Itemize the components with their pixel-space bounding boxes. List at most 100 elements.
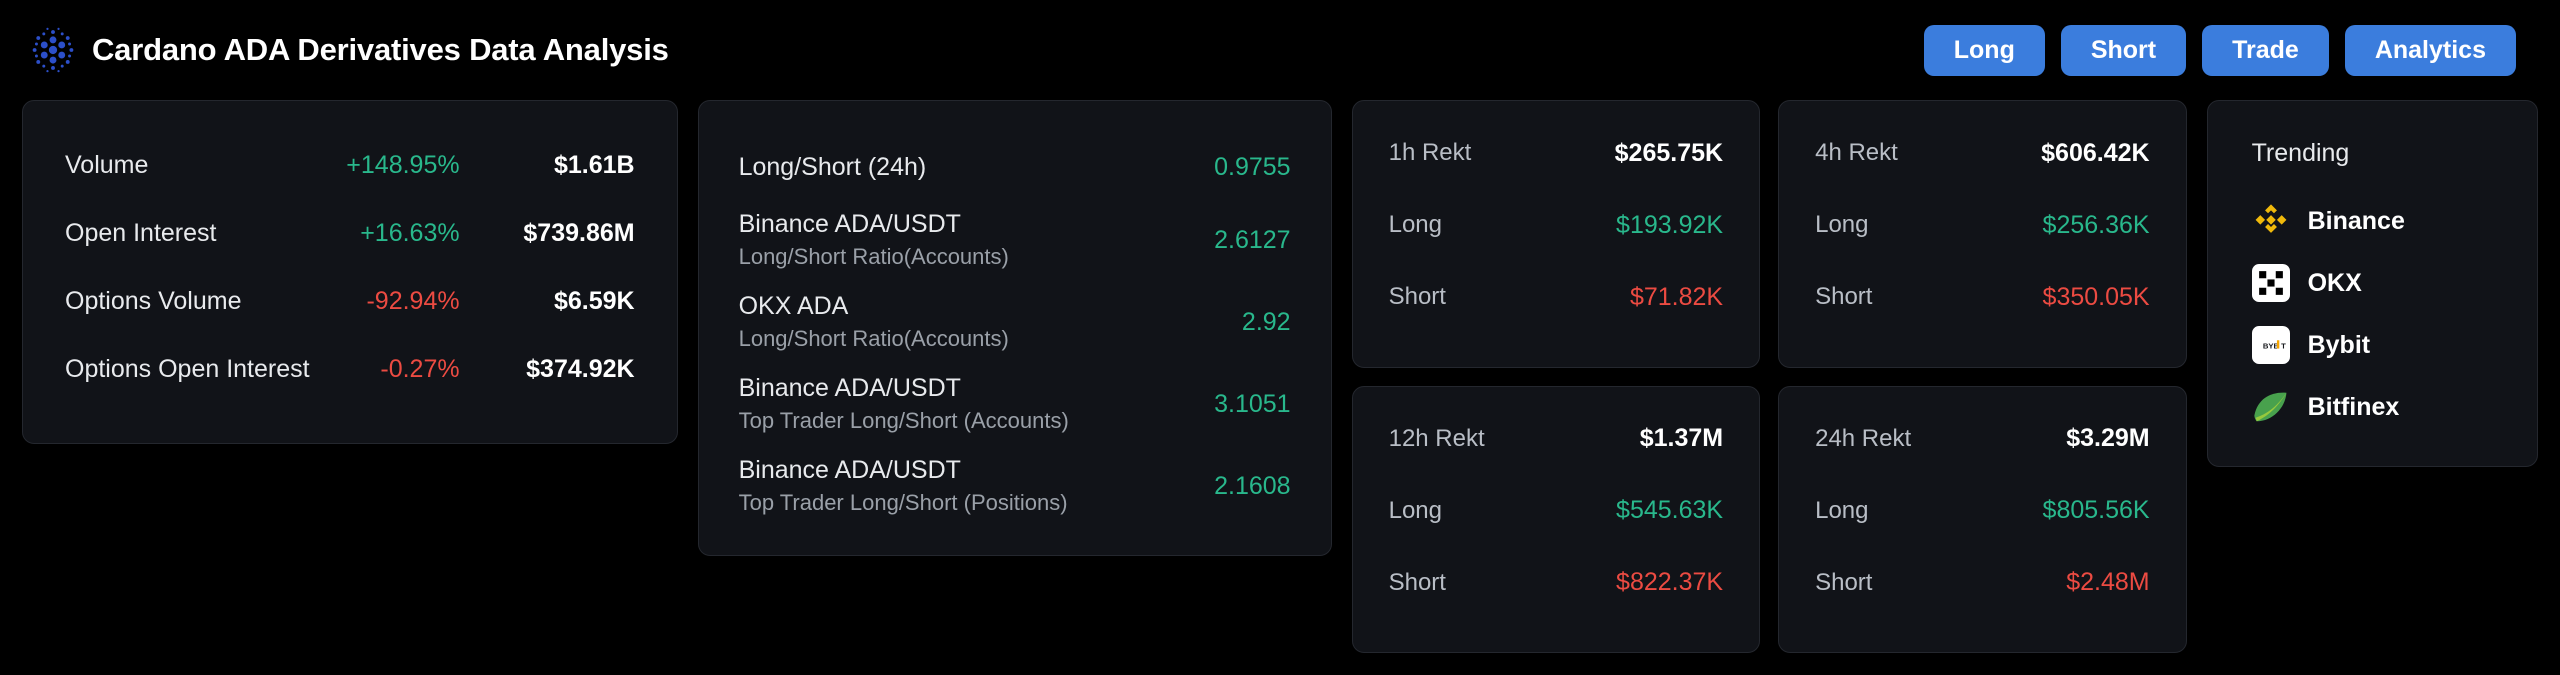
ratio-row-okx-ls-accounts: OKX ADA Long/Short Ratio(Accounts) 2.92 (739, 281, 1291, 363)
ratio-row-binance-ls-accounts: Binance ADA/USDT Long/Short Ratio(Accoun… (739, 199, 1291, 281)
rekt-short-line: Short $2.48M (1815, 561, 2150, 605)
ratio-name: Binance ADA/USDT (739, 374, 1069, 403)
rekt-long-value: $545.63K (1616, 496, 1723, 525)
ratio-value: 2.92 (1218, 308, 1291, 337)
rekt-total-value: $3.29M (2066, 424, 2149, 453)
ratio-row-long-short-24h: Long/Short (24h) 0.9755 (739, 135, 1291, 199)
metric-label: Options Volume (65, 287, 310, 316)
analytics-button[interactable]: Analytics (2345, 25, 2516, 76)
ratio-value: 2.1608 (1190, 472, 1290, 501)
rekt-header-line: 1h Rekt $265.75K (1389, 131, 1724, 175)
rekt-total-value: $606.42K (2041, 139, 2149, 168)
ratio-row-binance-top-trader-positions: Binance ADA/USDT Top Trader Long/Short (… (739, 445, 1291, 527)
dashboard-root: Cardano ADA Derivatives Data Analysis Lo… (0, 0, 2560, 675)
rekt-short-value: $2.48M (2066, 568, 2149, 597)
metric-row-options-open-interest: Options Open Interest -0.27% $374.92K (65, 345, 635, 413)
metric-label: Open Interest (65, 219, 310, 248)
ratio-row-binance-top-trader-accounts: Binance ADA/USDT Top Trader Long/Short (… (739, 363, 1291, 445)
rekt-header-line: 4h Rekt $606.42K (1815, 131, 2150, 175)
rekt-long-label: Long (1815, 497, 1868, 525)
rekt-card-4h: 4h Rekt $606.42K Long $256.36K Short $35… (1778, 100, 2187, 368)
long-button[interactable]: Long (1924, 25, 2045, 76)
trending-column: Trending Binance (2207, 100, 2538, 653)
metrics-card: Volume +148.95% $1.61B Open Interest +16… (22, 100, 678, 444)
metric-value: $1.61B (460, 151, 635, 180)
trending-card: Trending Binance (2207, 100, 2538, 467)
svg-text:T: T (2281, 342, 2286, 351)
rekt-column: 1h Rekt $265.75K Long $193.92K Short $71… (1352, 100, 2187, 653)
trending-title: Trending (2252, 139, 2493, 168)
rekt-card-24h: 24h Rekt $3.29M Long $805.56K Short $2.4… (1778, 386, 2187, 654)
rekt-long-line: Long $193.92K (1389, 203, 1724, 247)
rekt-long-line: Long $256.36K (1815, 203, 2150, 247)
rekt-short-line: Short $71.82K (1389, 275, 1724, 319)
rekt-card-12h: 12h Rekt $1.37M Long $545.63K Short $822… (1352, 386, 1761, 654)
metric-label: Options Open Interest (65, 355, 310, 384)
ratio-left: Binance ADA/USDT Top Trader Long/Short (… (739, 456, 1068, 516)
metrics-column: Volume +148.95% $1.61B Open Interest +16… (22, 100, 678, 653)
header-actions: Long Short Trade Analytics (1924, 25, 2516, 76)
trending-item-binance[interactable]: Binance (2252, 190, 2493, 252)
trending-item-label: Binance (2308, 207, 2405, 236)
trending-item-label: OKX (2308, 269, 2362, 298)
metric-change: +148.95% (310, 151, 460, 180)
binance-logo-icon (2252, 202, 2290, 240)
short-button[interactable]: Short (2061, 25, 2186, 76)
trending-item-okx[interactable]: OKX (2252, 252, 2493, 314)
rekt-short-line: Short $350.05K (1815, 275, 2150, 319)
rekt-title: 24h Rekt (1815, 425, 1911, 453)
ratio-value: 0.9755 (1190, 153, 1290, 182)
trending-item-label: Bybit (2308, 331, 2371, 360)
rekt-long-label: Long (1389, 211, 1442, 239)
rekt-card-1h: 1h Rekt $265.75K Long $193.92K Short $71… (1352, 100, 1761, 368)
rekt-title: 1h Rekt (1389, 139, 1472, 167)
ratio-value: 2.6127 (1190, 226, 1290, 255)
okx-logo-icon (2252, 264, 2290, 302)
rekt-short-label: Short (1815, 569, 1872, 597)
metric-change: -0.27% (310, 355, 460, 384)
ratio-sublabel: Top Trader Long/Short (Positions) (739, 490, 1068, 516)
metric-label: Volume (65, 151, 310, 180)
ratio-left: OKX ADA Long/Short Ratio(Accounts) (739, 292, 1009, 352)
rekt-header-line: 24h Rekt $3.29M (1815, 417, 2150, 461)
dashboard-board: Volume +148.95% $1.61B Open Interest +16… (0, 100, 2560, 675)
metric-value: $739.86M (460, 219, 635, 248)
rekt-title: 12h Rekt (1389, 425, 1485, 453)
rekt-title: 4h Rekt (1815, 139, 1898, 167)
ratios-card: Long/Short (24h) 0.9755 Binance ADA/USDT… (698, 100, 1332, 556)
bybit-logo-icon: BYB T (2252, 326, 2290, 364)
trade-button[interactable]: Trade (2202, 25, 2329, 76)
ratio-name: OKX ADA (739, 292, 1009, 321)
metric-row-options-volume: Options Volume -92.94% $6.59K (65, 277, 635, 345)
metric-row-volume: Volume +148.95% $1.61B (65, 141, 635, 209)
rekt-short-value: $71.82K (1630, 283, 1723, 312)
app-header: Cardano ADA Derivatives Data Analysis Lo… (0, 0, 2560, 100)
rekt-long-line: Long $545.63K (1389, 489, 1724, 533)
brand: Cardano ADA Derivatives Data Analysis (30, 27, 669, 73)
rekt-long-value: $193.92K (1616, 211, 1723, 240)
rekt-short-label: Short (1815, 283, 1872, 311)
ratio-name: Binance ADA/USDT (739, 210, 1009, 239)
metric-value: $6.59K (460, 287, 635, 316)
rekt-header-line: 12h Rekt $1.37M (1389, 417, 1724, 461)
rekt-long-label: Long (1815, 211, 1868, 239)
trending-item-bitfinex[interactable]: Bitfinex (2252, 376, 2493, 438)
rekt-total-value: $265.75K (1615, 139, 1723, 168)
rekt-row-bottom: 12h Rekt $1.37M Long $545.63K Short $822… (1352, 386, 2187, 654)
ratio-left: Binance ADA/USDT Top Trader Long/Short (… (739, 374, 1069, 434)
metric-change: -92.94% (310, 287, 460, 316)
rekt-long-value: $256.36K (2043, 211, 2150, 240)
ratio-left: Binance ADA/USDT Long/Short Ratio(Accoun… (739, 210, 1009, 270)
rekt-short-label: Short (1389, 569, 1446, 597)
trending-item-bybit[interactable]: BYB T Bybit (2252, 314, 2493, 376)
ratio-name: Long/Short (24h) (739, 153, 927, 182)
rekt-row-top: 1h Rekt $265.75K Long $193.92K Short $71… (1352, 100, 2187, 368)
trending-item-label: Bitfinex (2308, 393, 2400, 422)
ratio-sublabel: Long/Short Ratio(Accounts) (739, 326, 1009, 352)
ratios-column: Long/Short (24h) 0.9755 Binance ADA/USDT… (698, 100, 1332, 653)
rekt-long-label: Long (1389, 497, 1442, 525)
ratio-sublabel: Long/Short Ratio(Accounts) (739, 244, 1009, 270)
rekt-short-line: Short $822.37K (1389, 561, 1724, 605)
page-title: Cardano ADA Derivatives Data Analysis (92, 32, 669, 68)
cardano-logo-icon (30, 27, 76, 73)
